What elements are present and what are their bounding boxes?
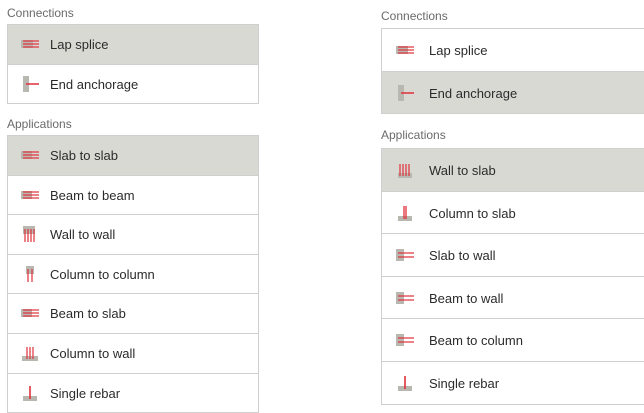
list-item-single-rebar[interactable]: Single rebar <box>382 361 644 405</box>
list-item-beam-to-slab[interactable]: Beam to slab <box>8 294 258 334</box>
list-item-label: Beam to beam <box>50 187 135 203</box>
list-item-end-anchorage[interactable]: End anchorage <box>8 64 258 105</box>
wall-to-slab-icon <box>398 164 412 178</box>
list-item-label: Wall to slab <box>429 163 496 178</box>
list-item-label: Wall to wall <box>50 227 116 243</box>
list-item-label: Column to column <box>50 266 155 282</box>
beam-to-wall-icon <box>396 291 414 304</box>
connections-list: Lap splice End anchorage <box>7 24 259 105</box>
column-to-slab-icon <box>398 205 412 221</box>
connections-list: Lap splice End anchorage <box>381 28 644 115</box>
list-item-column-to-column[interactable]: Column to column <box>8 254 258 295</box>
list-item-label: Beam to slab <box>50 306 126 322</box>
list-item-label: Slab to wall <box>429 248 496 264</box>
column-to-wall-icon <box>22 346 38 361</box>
beam-to-slab-icon <box>21 309 39 318</box>
list-item-slab-to-wall[interactable]: Slab to wall <box>382 234 644 277</box>
single-rebar-icon <box>23 385 37 401</box>
list-item-beam-to-column[interactable]: Beam to column <box>382 319 644 362</box>
end-anchorage-icon <box>398 84 414 101</box>
lap-splice-icon <box>21 40 39 48</box>
list-item-label: Beam to wall <box>429 290 504 306</box>
wall-to-wall-icon <box>23 226 35 243</box>
slab-to-slab-icon <box>21 151 39 159</box>
single-rebar-icon <box>398 375 412 391</box>
lap-splice-icon <box>396 46 414 54</box>
applications-heading: Applications <box>381 128 446 142</box>
list-item-wall-to-slab[interactable]: Wall to slab <box>382 149 644 192</box>
list-item-single-rebar[interactable]: Single rebar <box>8 373 258 413</box>
list-item-label: Column to wall <box>50 345 136 361</box>
list-item-label: Single rebar <box>50 385 121 401</box>
beam-to-column-icon <box>396 334 414 347</box>
list-item-label: Slab to slab <box>50 148 118 163</box>
list-item-label: End anchorage <box>50 76 139 92</box>
list-item-end-anchorage[interactable]: End anchorage <box>382 71 644 115</box>
applications-heading: Applications <box>7 117 72 131</box>
slab-to-wall-icon <box>396 249 414 262</box>
applications-list: Slab to slab Beam to beam Wall to wall C… <box>7 135 259 413</box>
connections-heading: Connections <box>381 9 448 23</box>
list-item-lap-splice[interactable]: Lap splice <box>382 29 644 72</box>
column-to-column-icon <box>26 265 34 282</box>
list-item-column-to-slab[interactable]: Column to slab <box>382 191 644 235</box>
list-item-label: Beam to column <box>429 333 523 349</box>
list-item-beam-to-beam[interactable]: Beam to beam <box>8 175 258 216</box>
beam-to-beam-icon <box>21 190 39 199</box>
list-item-lap-splice[interactable]: Lap splice <box>8 25 258 65</box>
list-item-label: Single rebar <box>429 375 500 391</box>
list-item-slab-to-slab[interactable]: Slab to slab <box>8 136 258 176</box>
end-anchorage-icon <box>23 75 39 92</box>
list-item-wall-to-wall[interactable]: Wall to wall <box>8 215 258 255</box>
list-item-column-to-wall[interactable]: Column to wall <box>8 333 258 374</box>
connections-heading: Connections <box>7 6 74 20</box>
list-item-label: Lap splice <box>429 43 488 58</box>
applications-list: Wall to slab Column to slab Slab to wall… <box>381 148 644 405</box>
list-item-label: Lap splice <box>50 37 109 52</box>
list-item-beam-to-wall[interactable]: Beam to wall <box>382 276 644 320</box>
list-item-label: Column to slab <box>429 205 516 221</box>
list-item-label: End anchorage <box>429 85 518 101</box>
